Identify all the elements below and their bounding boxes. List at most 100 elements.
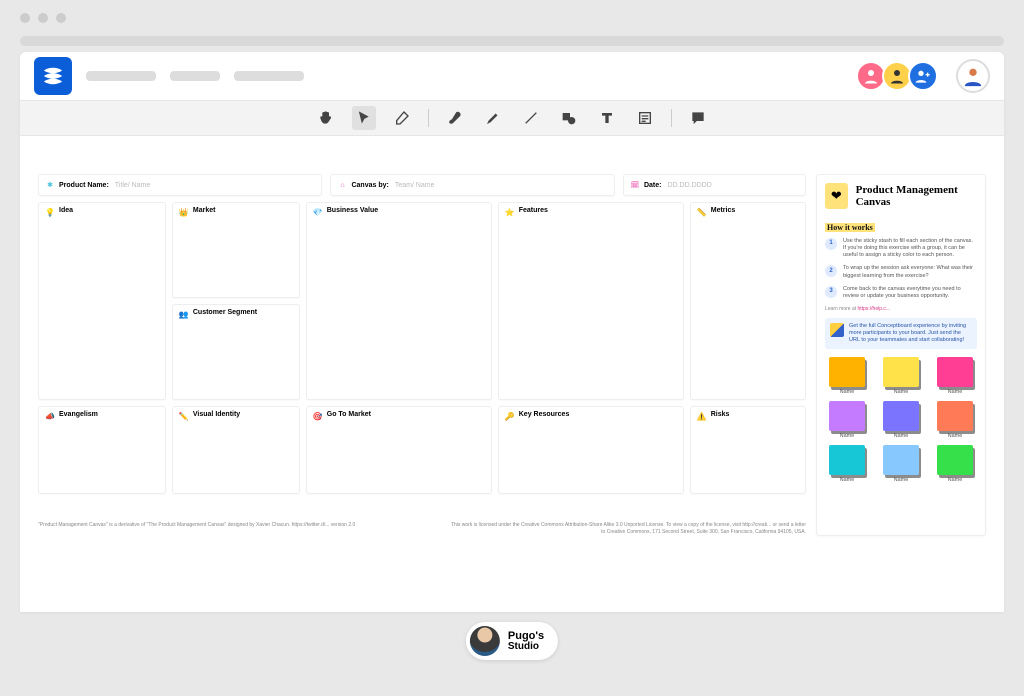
card-visual-identity[interactable]: ✏️ Visual Identity [172,406,300,494]
date-field[interactable]: 🗓 Date: DD.DD.DDDD [623,174,806,196]
shape-tool-icon[interactable] [557,106,581,130]
date-placeholder: DD.DD.DDDD [667,182,711,189]
step-3: 3 Come back to the canvas everytime you n… [825,286,977,300]
promo-box: Get the full Conceptboard experience by … [825,318,977,349]
palette-label: Name [840,389,855,395]
card-label: Features [519,207,548,214]
card-key-resources[interactable]: 🔑Key Resources [498,406,684,494]
palette-label: Name [894,389,909,395]
megaphone-icon: 📣 [45,411,55,421]
crown-icon: 👑 [179,207,189,217]
card-label: Evangelism [59,411,98,418]
palette-label: Name [894,433,909,439]
pencil-icon: ✏️ [179,411,189,421]
brand-avatar-icon [470,626,500,656]
card-label: Market [193,207,216,214]
card-market[interactable]: 👑 Market [172,202,300,298]
brand-sub: Studio [508,642,544,652]
eraser-tool-icon[interactable] [390,106,414,130]
learn-more: Learn more at https://help.c... [825,306,977,312]
sticky-color[interactable] [829,401,865,431]
toolbar-divider [428,109,429,127]
canvas-area[interactable]: ✱ Product Name: Title/ Name ⌂ Canvas by:… [20,136,1004,536]
canvas-footer: "Product Management Canvas" is a derivat… [38,522,806,536]
product-name-field[interactable]: ✱ Product Name: Title/ Name [38,174,322,196]
info-panel: ❤ Product Management Canvas How it works… [816,174,986,536]
presence-avatars [856,59,990,93]
card-label: Risks [711,411,730,418]
card-business-value[interactable]: 💎 Business Value [306,202,492,400]
card-metrics[interactable]: 📏 Metrics [690,202,806,400]
topbar [20,52,1004,100]
promo-icon [830,323,844,337]
snowflake-icon: ✱ [45,180,55,190]
sticky-color[interactable] [937,357,973,387]
brand-name: Pugo's [508,631,544,642]
sticky-color[interactable] [937,445,973,475]
card-label: Metrics [711,207,736,214]
comment-tool-icon[interactable] [686,106,710,130]
app-logo-icon[interactable] [34,57,72,95]
palette-label: Name [894,477,909,483]
canvas-grid: 💡Idea 👑 Market 👥Customer Segment 💎 Busines… [38,202,806,494]
app-frame: ✱ Product Name: Title/ Name ⌂ Canvas by:… [20,52,1004,612]
step-number-icon: 1 [825,238,837,250]
palette-label: Name [948,477,963,483]
text-tool-icon[interactable] [595,106,619,130]
brush-tool-icon[interactable] [443,106,467,130]
sticky-color[interactable] [937,401,973,431]
traffic-close-icon[interactable] [20,13,30,23]
gem-icon: 💎 [313,207,323,217]
marker-tool-icon[interactable] [481,106,505,130]
ruler-icon: 📏 [697,207,707,217]
toolbar-divider [671,109,672,127]
card-label: Customer Segment [193,309,257,316]
card-customer-segment[interactable]: 👥Customer Segment [172,304,300,400]
canvas: ✱ Product Name: Title/ Name ⌂ Canvas by:… [38,174,806,536]
canvas-meta-row: ✱ Product Name: Title/ Name ⌂ Canvas by:… [38,174,806,196]
card-go-to-market[interactable]: 🎯 Go To Market [306,406,492,494]
star-icon: ⭐ [505,207,515,217]
traffic-min-icon[interactable] [38,13,48,23]
step-text: Come back to the canvas everytime you ne… [843,286,977,300]
card-features[interactable]: ⭐ Features [498,202,684,400]
sticky-color[interactable] [883,357,919,387]
card-evangelism[interactable]: 📣 Evangelism [38,406,166,494]
canvas-by-field[interactable]: ⌂ Canvas by: Team/ Name [330,174,614,196]
add-user-button[interactable] [908,61,938,91]
sticky-color[interactable] [883,401,919,431]
panel-logo-icon: ❤ [825,183,848,209]
hand-tool-icon[interactable] [314,106,338,130]
how-it-works-heading: How it works [825,223,875,232]
current-user-avatar[interactable] [956,59,990,93]
line-tool-icon[interactable] [519,106,543,130]
sticky-color[interactable] [829,445,865,475]
card-label: Visual Identity [193,411,240,418]
learn-more-link[interactable]: https://help.c... [858,306,891,312]
sticky-color[interactable] [829,357,865,387]
step-number-icon: 3 [825,286,837,298]
step-2: 2To wrap up the session ask everyone: Wh… [825,265,977,279]
step-text: Use the sticky stash to fill each sectio… [843,238,977,259]
date-label: Date: [644,182,662,189]
card-label: Go To Market [327,411,371,418]
url-bar[interactable] [20,36,1004,46]
card-risks[interactable]: ⚠️ Risks [690,406,806,494]
card-label: Business Value [327,207,378,214]
calendar-icon: 🗓 [630,180,640,190]
breadcrumb-placeholder [170,71,220,81]
card-idea[interactable]: 💡Idea [38,202,166,400]
warning-icon: ⚠️ [697,411,707,421]
brand-badge[interactable]: Pugo's Studio [466,622,558,660]
panel-title: Product Management Canvas [856,184,977,208]
palette-label: Name [948,433,963,439]
target-icon: 🎯 [313,411,323,421]
note-tool-icon[interactable] [633,106,657,130]
select-tool-icon[interactable] [352,106,376,130]
footer-right: This work is licensed under the Creative… [446,522,806,536]
traffic-max-icon[interactable] [56,13,66,23]
promo-text: Get the full Conceptboard experience by … [849,323,972,344]
sticky-color[interactable] [883,445,919,475]
browser-chrome [0,0,1024,36]
step-1: 1 Use the sticky stash to fill each secti… [825,238,977,259]
